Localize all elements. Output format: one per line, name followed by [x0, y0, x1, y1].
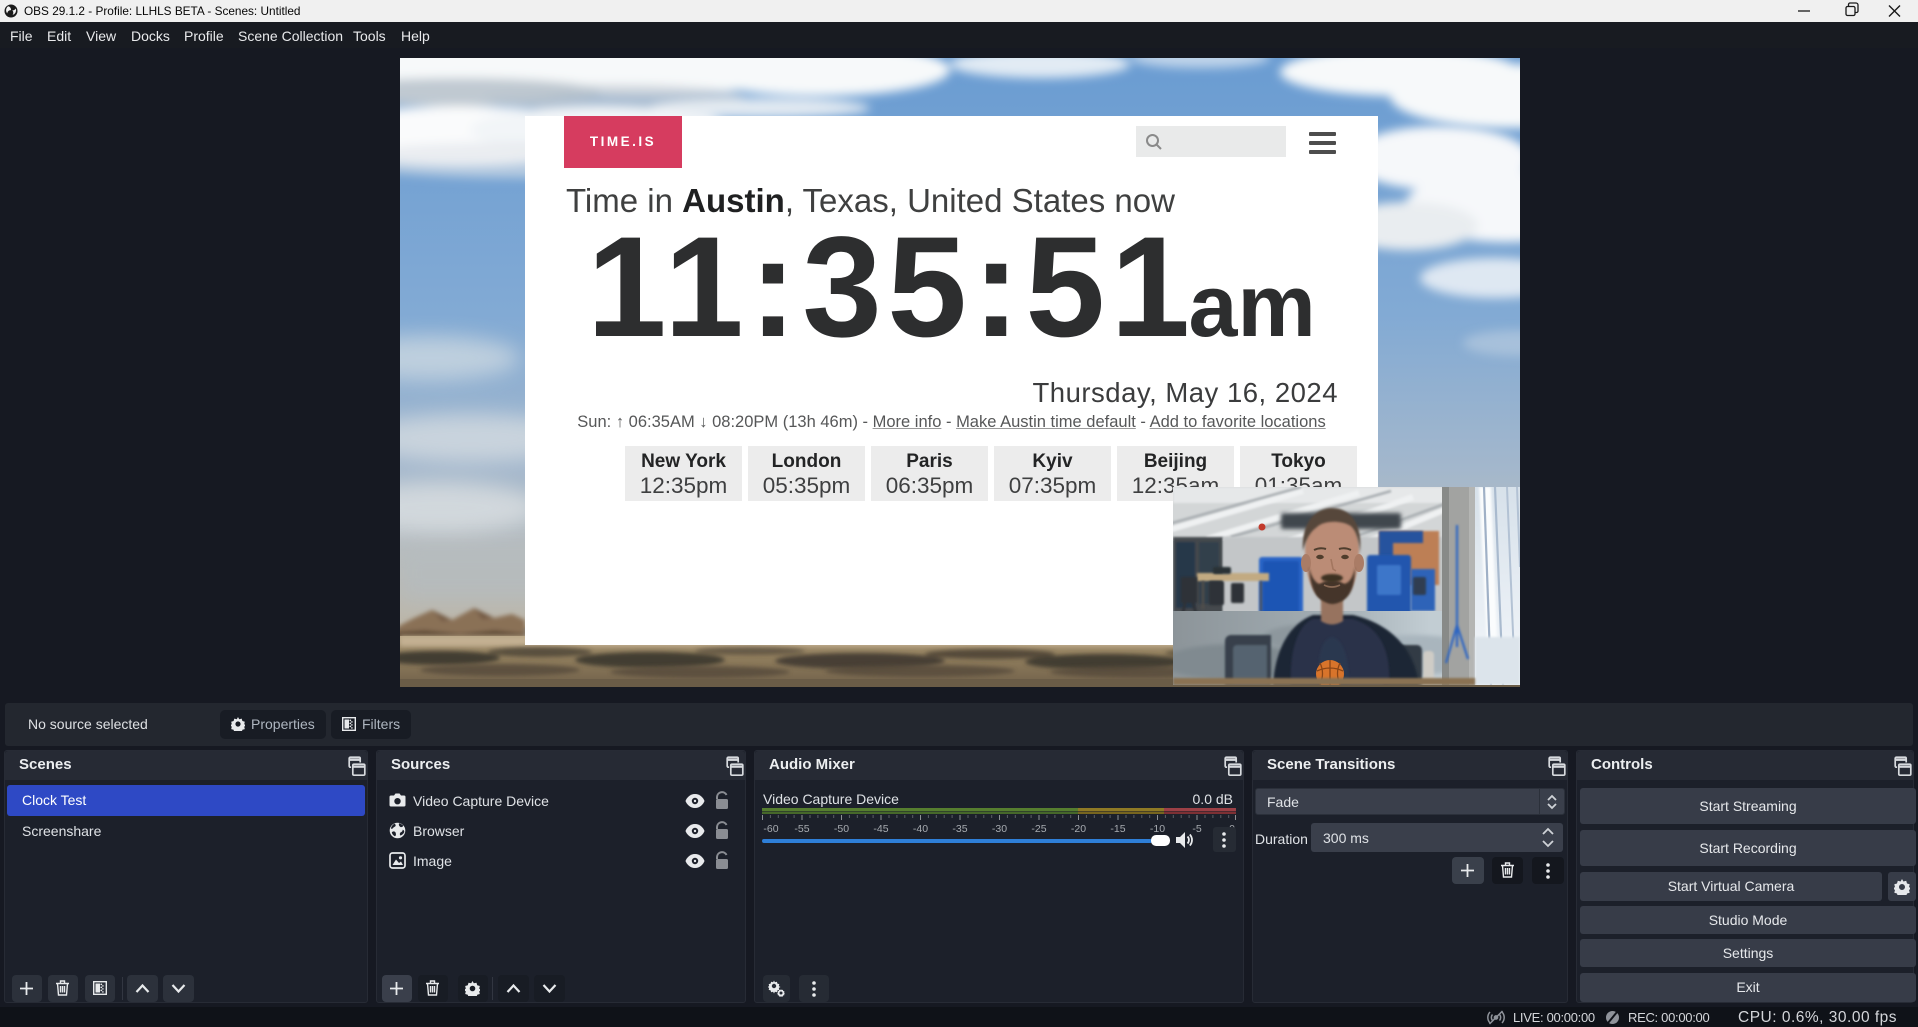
- svg-text:-35: -35: [952, 823, 967, 834]
- svg-text:-25: -25: [1031, 823, 1046, 834]
- svg-text:-60: -60: [763, 823, 778, 834]
- svg-text:-40: -40: [913, 823, 928, 834]
- svg-text:-15: -15: [1110, 823, 1125, 834]
- svg-text:-55: -55: [794, 823, 809, 834]
- svg-text:-50: -50: [834, 823, 849, 834]
- svg-text:-10: -10: [1150, 823, 1165, 834]
- svg-text:-5: -5: [1192, 823, 1201, 834]
- svg-text:-20: -20: [1071, 823, 1086, 834]
- svg-text:-30: -30: [992, 823, 1007, 834]
- svg-text:-45: -45: [873, 823, 888, 834]
